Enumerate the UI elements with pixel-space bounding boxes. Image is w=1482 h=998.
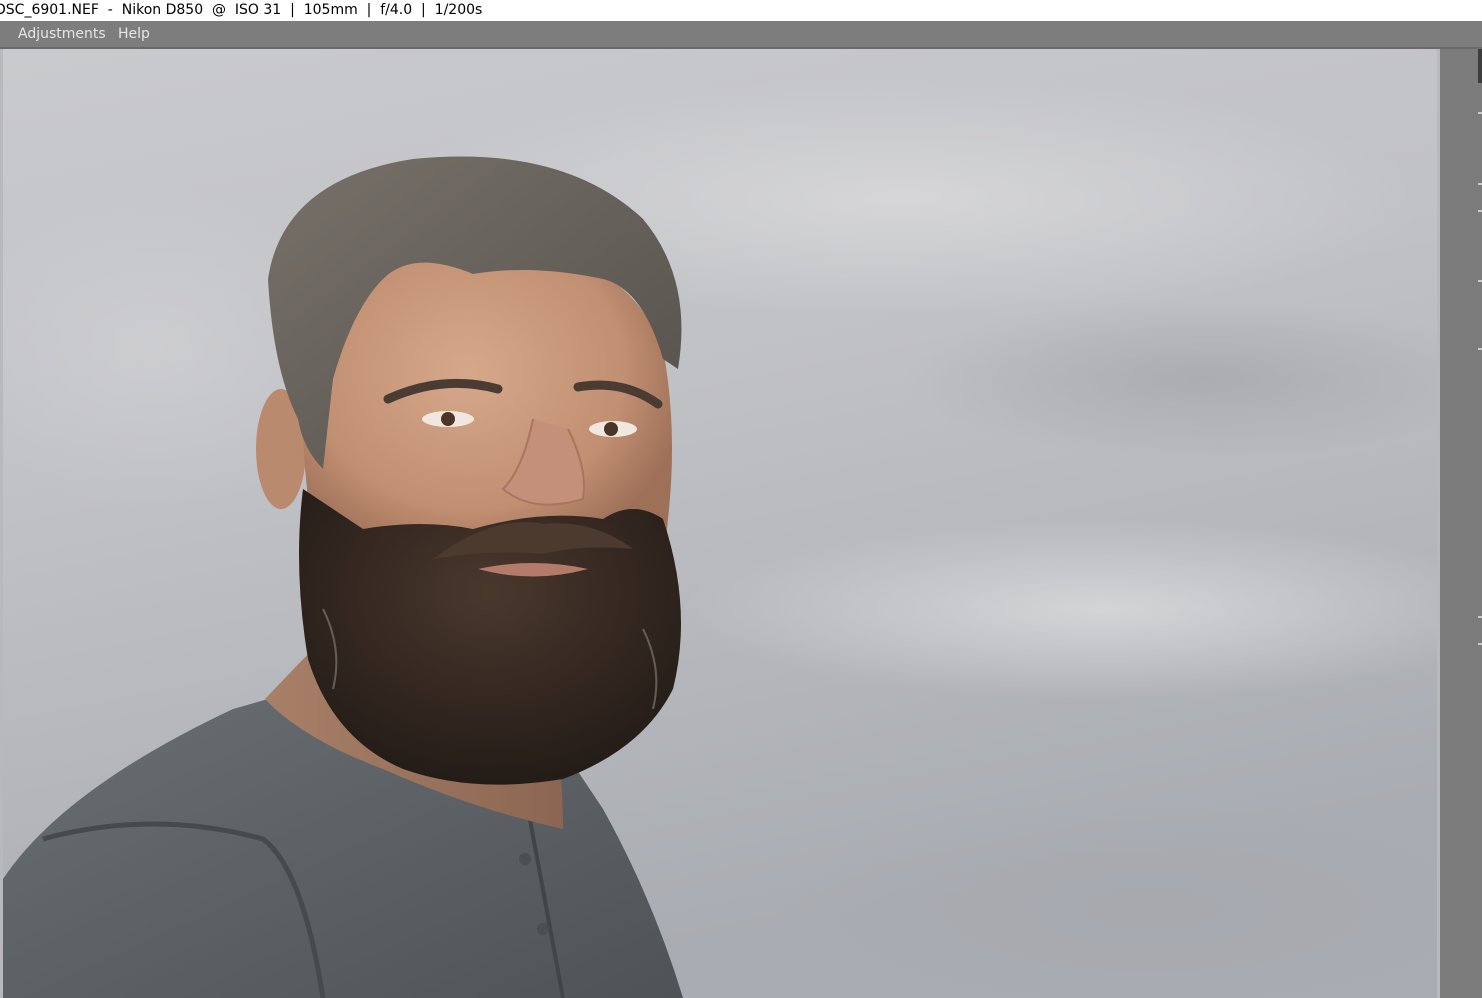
panel-divider bbox=[1478, 112, 1482, 114]
side-panel bbox=[1440, 49, 1482, 998]
window-title: DSC_6901.NEF - Nikon D850 @ ISO 31 | 105… bbox=[0, 0, 1482, 21]
image-canvas[interactable] bbox=[0, 49, 1440, 998]
panel-divider bbox=[1478, 348, 1482, 350]
menu-bar: Adjustments Help bbox=[0, 21, 1482, 49]
portrait-image bbox=[3, 49, 1437, 998]
panel-divider bbox=[1478, 616, 1482, 618]
menu-adjustments[interactable]: Adjustments bbox=[18, 21, 106, 47]
panel-divider bbox=[1478, 210, 1482, 212]
photo-preview bbox=[3, 49, 1437, 998]
panel-divider bbox=[1478, 280, 1482, 282]
scrollbar-thumb[interactable] bbox=[1478, 49, 1482, 83]
panel-divider bbox=[1478, 183, 1482, 185]
panel-divider bbox=[1478, 643, 1482, 645]
menu-help[interactable]: Help bbox=[118, 21, 150, 47]
